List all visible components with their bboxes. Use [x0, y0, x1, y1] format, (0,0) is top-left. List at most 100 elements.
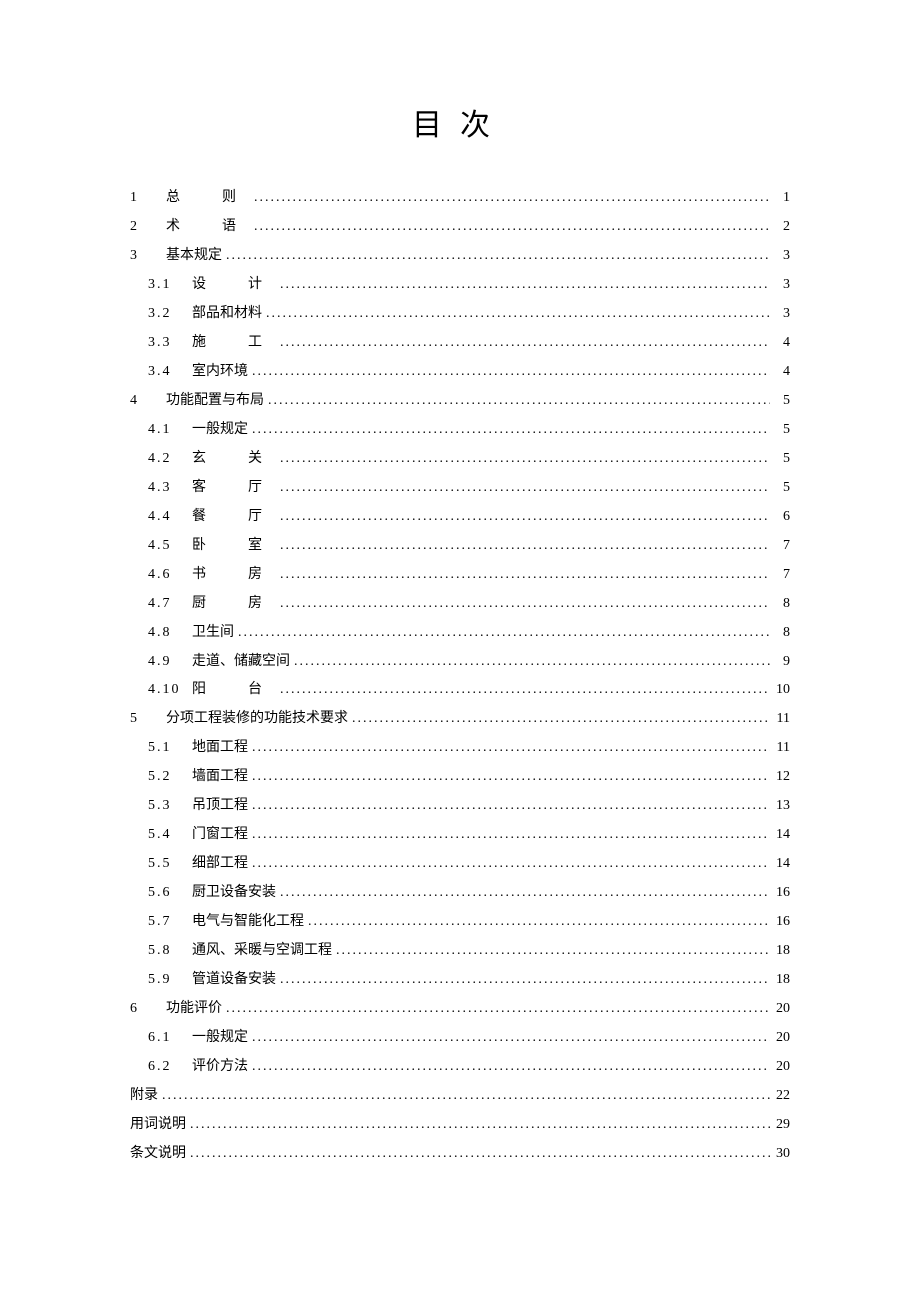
toc-entry-number: 4.7	[148, 590, 192, 619]
toc-entry-label: 厨 房	[192, 590, 276, 619]
toc-entry: 3.2部品和材料3	[130, 300, 790, 329]
toc-entry: 5.4门窗工程 14	[130, 821, 790, 850]
toc-entry-page: 1	[774, 184, 790, 213]
toc-entry-page: 14	[774, 850, 790, 879]
toc-entry-number: 5.8	[148, 937, 192, 966]
toc-entry-number: 5.9	[148, 966, 192, 995]
toc-entry-number: 4	[130, 387, 166, 416]
toc-entry-page: 16	[774, 908, 790, 937]
toc-entry-label: 施 工	[192, 329, 276, 358]
toc-entry-label: 管道设备安装	[192, 966, 276, 995]
toc-entry-number: 5.4	[148, 821, 192, 850]
toc-leader-dots	[280, 474, 770, 503]
toc-leader-dots	[238, 619, 770, 648]
toc-entry-page: 16	[774, 879, 790, 908]
toc-leader-dots	[280, 561, 770, 590]
toc-entry-number: 4.5	[148, 532, 192, 561]
toc-entry-number: 5	[130, 705, 166, 734]
toc-entry-number: 4.8	[148, 619, 192, 648]
toc-entry: 4.2玄 关5	[130, 445, 790, 474]
toc-entry-number: 4.3	[148, 474, 192, 503]
toc-entry: 5.3吊顶工程13	[130, 792, 790, 821]
toc-entry: 3.4室内环境4	[130, 358, 790, 387]
toc-entry-number: 3.2	[148, 300, 192, 329]
toc-entry-label: 部品和材料	[192, 300, 262, 329]
toc-entry-label: 卧 室	[192, 532, 276, 561]
toc-entry: 4.6书 房7	[130, 561, 790, 590]
toc-entry-label: 细部工程	[192, 850, 248, 879]
toc-entry-label: 一般规定	[192, 416, 248, 445]
toc-entry-page: 7	[774, 532, 790, 561]
toc-entry-number: 4.2	[148, 445, 192, 474]
toc-entry-number: 5.6	[148, 879, 192, 908]
toc-entry: 5.6厨卫设备安装 16	[130, 879, 790, 908]
toc-entry: 3.3施 工4	[130, 329, 790, 358]
toc-leader-dots	[190, 1140, 770, 1169]
toc-entry-page: 11	[774, 734, 790, 763]
toc-leader-dots	[162, 1082, 770, 1111]
toc-entry: 6功能评价20	[130, 995, 790, 1024]
toc-entry-number: 4.10	[148, 676, 192, 705]
toc-entry: 用词说明 29	[130, 1111, 790, 1140]
toc-entry-label: 总 则	[166, 184, 250, 213]
toc-entry-label: 附录	[130, 1082, 158, 1111]
toc-entry: 5.9管道设备安装18	[130, 966, 790, 995]
toc-leader-dots	[280, 590, 770, 619]
toc-entry-number: 2	[130, 213, 166, 242]
toc-entry: 5.1地面工程11	[130, 734, 790, 763]
toc-entry: 1总 则1	[130, 184, 790, 213]
toc-entry: 附录22	[130, 1082, 790, 1111]
toc-entry-page: 5	[774, 445, 790, 474]
toc-leader-dots	[280, 329, 770, 358]
toc-entry: 2术 语2	[130, 213, 790, 242]
toc-entry-page: 8	[774, 590, 790, 619]
toc-entry-page: 12	[774, 763, 790, 792]
toc-leader-dots	[280, 879, 770, 908]
toc-entry-label: 设 计	[192, 271, 276, 300]
toc-entry: 条文说明30	[130, 1140, 790, 1169]
toc-leader-dots	[252, 1024, 770, 1053]
toc-entry: 4功能配置与布局5	[130, 387, 790, 416]
toc-entry-page: 11	[774, 705, 790, 734]
toc-leader-dots	[268, 387, 770, 416]
toc-entry-page: 14	[774, 821, 790, 850]
toc-entry-number: 3.1	[148, 271, 192, 300]
toc-entry-page: 3	[774, 242, 790, 271]
toc-leader-dots	[252, 821, 770, 850]
toc-leader-dots	[252, 734, 770, 763]
toc-entry-label: 术 语	[166, 213, 250, 242]
toc-list: 1总 则12术 语23基本规定33.1设 计33.2部品和材料33.3施 工43…	[130, 184, 790, 1169]
toc-entry: 4.5卧 室 7	[130, 532, 790, 561]
toc-entry-page: 7	[774, 561, 790, 590]
toc-title: 目次	[130, 100, 790, 144]
toc-leader-dots	[254, 184, 770, 213]
toc-leader-dots	[252, 763, 770, 792]
toc-entry-page: 13	[774, 792, 790, 821]
toc-entry-page: 4	[774, 329, 790, 358]
toc-entry-number: 1	[130, 184, 166, 213]
toc-leader-dots	[280, 271, 770, 300]
toc-entry: 6.1一般规定20	[130, 1024, 790, 1053]
toc-entry-label: 走道、储藏空间	[192, 648, 290, 677]
toc-entry: 6.2评价方法20	[130, 1053, 790, 1082]
toc-entry-label: 门窗工程	[192, 821, 248, 850]
toc-entry-label: 用词说明	[130, 1111, 186, 1140]
toc-entry-label: 通风、采暖与空调工程	[192, 937, 332, 966]
toc-entry-page: 8	[774, 619, 790, 648]
toc-entry-label: 墙面工程	[192, 763, 248, 792]
toc-entry-number: 6.1	[148, 1024, 192, 1053]
toc-entry-number: 4.9	[148, 648, 192, 677]
toc-entry: 3.1设 计3	[130, 271, 790, 300]
toc-entry-label: 餐 厅	[192, 503, 276, 532]
toc-entry-label: 厨卫设备安装	[192, 879, 276, 908]
toc-entry-number: 6	[130, 995, 166, 1024]
toc-entry-page: 29	[774, 1111, 790, 1140]
toc-entry-label: 评价方法	[192, 1053, 248, 1082]
toc-leader-dots	[280, 532, 770, 561]
toc-entry: 3基本规定3	[130, 242, 790, 271]
toc-entry-page: 6	[774, 503, 790, 532]
toc-entry-label: 功能评价	[166, 995, 222, 1024]
toc-entry-number: 4.6	[148, 561, 192, 590]
toc-entry-number: 5.7	[148, 908, 192, 937]
toc-entry-page: 18	[774, 937, 790, 966]
